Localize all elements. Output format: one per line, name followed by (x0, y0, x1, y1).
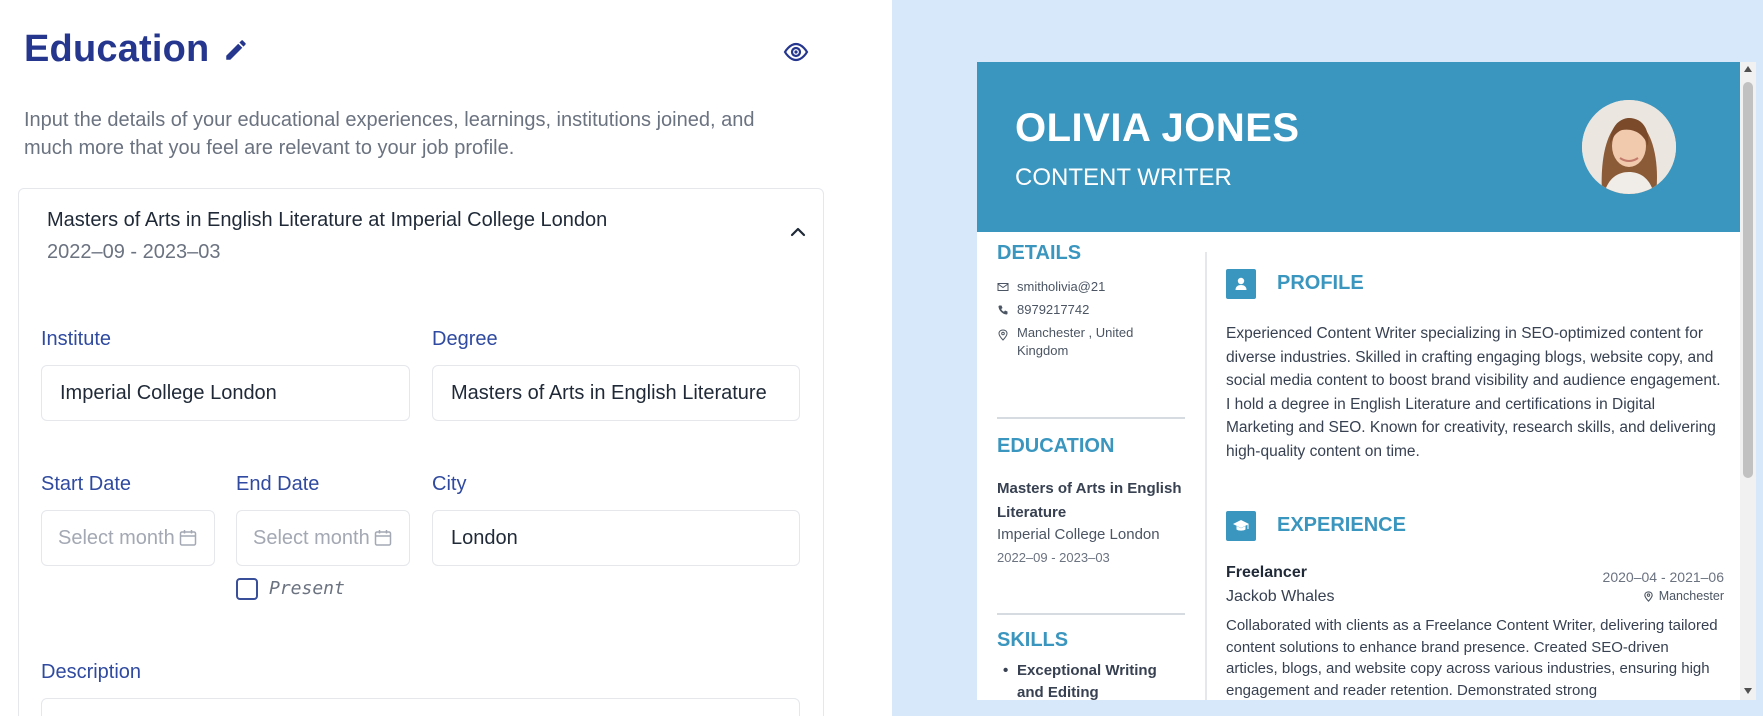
phone-icon (998, 305, 1008, 315)
city-input[interactable]: London (432, 510, 800, 566)
detail-phone: 8979217742 (997, 301, 1089, 319)
present-label: Present (269, 578, 345, 599)
scroll-thumb[interactable] (1743, 82, 1753, 478)
map-pin-icon (998, 329, 1008, 341)
end-date-placeholder: Select month (253, 526, 370, 549)
email-text: smitholivia@21 (1017, 279, 1106, 294)
scroll-up-arrow-icon[interactable] (1744, 66, 1752, 72)
scroll-down-arrow-icon[interactable] (1744, 688, 1752, 694)
profile-text: Experienced Content Writer specializing … (1226, 325, 1721, 460)
page: Education Input the details of your educ… (0, 0, 1763, 716)
details-title: DETAILS (997, 242, 1082, 264)
resume-name: OLIVIA JONES (1015, 106, 1300, 150)
column-divider (1205, 252, 1207, 700)
calendar-icon (374, 530, 392, 546)
education-title: EDUCATION (997, 435, 1115, 457)
education-entry-card: Masters of Arts in English Literature at… (18, 188, 824, 716)
preview-scrollbar[interactable] (1740, 62, 1756, 700)
start-date-label: Start Date (41, 473, 132, 495)
experience-icon-box (1226, 511, 1256, 541)
education-degree: Masters of Arts in English Literature (997, 480, 1182, 521)
entry-dates: 2022–09 - 2023–03 (47, 241, 221, 263)
end-date-label: End Date (236, 473, 320, 495)
job-dates: 2020–04 - 2021–06 (1602, 569, 1724, 585)
avatar (1582, 100, 1676, 194)
graduation-cap-icon (1233, 520, 1249, 531)
divider (997, 417, 1185, 419)
map-pin-icon (1643, 590, 1653, 602)
eye-icon[interactable] (782, 40, 810, 64)
section-intro: Input the details of your educational ex… (24, 109, 755, 159)
pencil-icon[interactable] (223, 37, 249, 63)
education-dates: 2022–09 - 2023–03 (997, 550, 1110, 565)
job-company: Jackob Whales (1226, 588, 1335, 605)
end-date-picker[interactable]: Select month (236, 510, 410, 566)
profile-icon-box (1226, 269, 1256, 299)
city-label: City (432, 473, 467, 495)
entry-heading[interactable]: Masters of Arts in English Literature at… (47, 209, 607, 232)
job-description: Collaborated with clients as a Freelance… (1226, 617, 1718, 699)
editor-panel: Education Input the details of your educ… (0, 0, 892, 716)
institute-label: Institute (41, 328, 112, 350)
degree-input[interactable]: Masters of Arts in English Literature (432, 365, 800, 421)
user-icon (1235, 277, 1247, 290)
calendar-icon (179, 530, 197, 546)
present-checkbox[interactable] (236, 578, 258, 600)
mail-icon (997, 283, 1009, 291)
job-location-text: Manchester (1658, 589, 1724, 603)
education-institute: Imperial College London (997, 526, 1160, 543)
skill-item: Exceptional Writing and Editing (1001, 660, 1187, 700)
job-location: Manchester (1643, 589, 1724, 603)
resume-preview: OLIVIA JONES CONTENT WRITER DETAILS smit… (977, 62, 1742, 700)
start-date-placeholder: Select month (58, 526, 175, 549)
resume-header: OLIVIA JONES CONTENT WRITER (977, 62, 1742, 232)
start-date-picker[interactable]: Select month (41, 510, 215, 566)
section-title-row: Education (24, 28, 249, 71)
divider (997, 613, 1185, 615)
experience-title: EXPERIENCE (1277, 514, 1406, 536)
job-title: Freelancer (1226, 564, 1307, 581)
description-textarea[interactable] (41, 698, 800, 716)
resume-role: CONTENT WRITER (1015, 164, 1232, 191)
detail-email: smitholivia@21 (997, 278, 1105, 296)
degree-label: Degree (432, 328, 498, 350)
institute-input[interactable]: Imperial College London (41, 365, 410, 421)
section-title: Education (24, 28, 210, 70)
description-label: Description (41, 661, 142, 683)
preview-panel: OLIVIA JONES CONTENT WRITER DETAILS smit… (892, 0, 1763, 716)
phone-text: 8979217742 (1017, 302, 1090, 317)
detail-location: Manchester , United Kingdom (997, 324, 1177, 360)
skills-title: SKILLS (997, 629, 1069, 651)
location-text: Manchester , United Kingdom (1017, 325, 1134, 358)
profile-title: PROFILE (1277, 272, 1364, 294)
chevron-up-icon[interactable] (789, 225, 807, 239)
